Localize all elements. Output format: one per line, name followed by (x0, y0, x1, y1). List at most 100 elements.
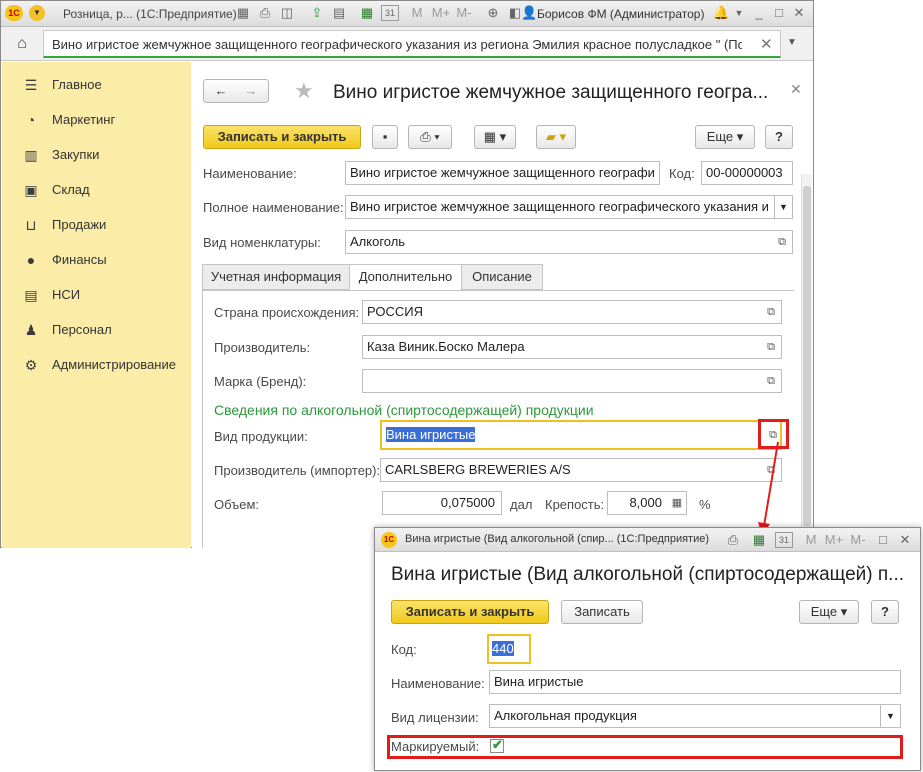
memory-minus-icon[interactable]: M- (847, 532, 869, 548)
chevron-down-icon[interactable]: ▼ (731, 5, 747, 21)
help-button[interactable]: ? (765, 125, 793, 149)
country-input[interactable]: РОССИЯ (362, 300, 782, 324)
popup-help-button[interactable]: ? (871, 600, 899, 624)
strength-label: Крепость: (545, 497, 605, 512)
more-button[interactable]: Еще ▾ (695, 125, 755, 149)
favorite-star-icon[interactable]: ★ (294, 78, 314, 104)
close-icon[interactable]: ✕ (791, 5, 807, 21)
sidebar-item-label: Администрирование (52, 357, 176, 372)
form-scrollbar[interactable] (801, 174, 812, 548)
calculator-icon[interactable]: ▦ (751, 532, 767, 548)
brand-label: Марка (Бренд): (214, 374, 307, 389)
importer-input[interactable]: CARLSBERG BREWERIES A/S (380, 458, 782, 482)
grid-icon[interactable]: ▦ (235, 5, 251, 21)
back-arrow-icon[interactable]: ← (206, 80, 236, 102)
popup-window-title: Вина игристые (Вид алкогольной (спир... … (405, 533, 710, 545)
tab-current-document[interactable]: Вино игристое жемчужное защищенного геог… (43, 30, 781, 58)
calendar-icon[interactable]: 31 (381, 5, 399, 21)
popup-save-and-close-button[interactable]: Записать и закрыть (391, 600, 549, 624)
popup-code-input[interactable]: 440 (487, 634, 531, 664)
popup-marked-label: Маркируемый: (391, 739, 480, 754)
document-icon[interactable]: ▤ (331, 5, 347, 21)
marked-checkbox[interactable]: ✔ (490, 737, 504, 753)
open-icon[interactable]: ⧉ (762, 372, 780, 390)
manufacturer-input[interactable]: Каза Виник.Боско Малера (362, 335, 782, 359)
memory-m-icon[interactable]: M (803, 532, 819, 548)
sidebar-item-nsi[interactable]: ▤ НСИ (2, 280, 191, 310)
save-disk-icon[interactable]: ▪ (372, 125, 398, 149)
create-based-on-icon[interactable]: ▰ ▾ (536, 125, 576, 149)
close-icon[interactable]: ✕ (790, 81, 802, 98)
upload-icon[interactable]: ⇪ (309, 5, 325, 21)
code-input[interactable]: 00-00000003 (701, 161, 793, 185)
report-icon[interactable]: ▦ ▾ (474, 125, 516, 149)
popup-license-select[interactable]: Алкогольная продукция (489, 704, 881, 728)
checkmark-icon: ✔ (492, 737, 503, 752)
notifications-icon[interactable]: 🔔 (713, 5, 729, 21)
sidebar-item-marketing[interactable]: ◔ Маркетинг (2, 105, 191, 135)
chevron-down-icon[interactable]: ▼ (787, 37, 797, 48)
close-icon[interactable]: ✕ (897, 532, 913, 548)
minimize-icon[interactable]: _ (751, 5, 767, 21)
save-and-close-button[interactable]: Записать и закрыть (203, 125, 361, 149)
sidebar-item-administration[interactable]: ⚙ Администрирование (2, 350, 191, 380)
full-name-input[interactable]: Вино игристое жемчужное защищенного геог… (345, 195, 775, 219)
tab-description[interactable]: Описание (461, 264, 543, 290)
home-icon[interactable]: ⌂ (5, 30, 39, 58)
product-kind-input[interactable]: Вина игристые (380, 420, 782, 450)
user-icon: 👤 (521, 5, 538, 20)
forward-arrow-icon[interactable]: → (236, 80, 266, 102)
sidebar: ☰ Главное ◔ Маркетинг ▥ Закупки ▣ Склад … (2, 62, 191, 548)
memory-minus-icon[interactable]: M- (453, 5, 475, 21)
code-label: Код: (669, 166, 695, 181)
popup-name-input[interactable]: Вина игристые (489, 670, 901, 694)
calculator-icon[interactable]: ▦ (359, 5, 375, 21)
kind-input[interactable]: Алкоголь (345, 230, 793, 254)
sidebar-item-sales[interactable]: ⊔ Продажи (2, 210, 191, 240)
memory-m-icon[interactable]: M (409, 5, 425, 21)
preview-icon[interactable]: ◫ (279, 5, 295, 21)
sidebar-item-main[interactable]: ☰ Главное (2, 70, 191, 100)
name-input[interactable]: Вино игристое жемчужное защищенного геог… (345, 161, 660, 185)
memory-plus-icon[interactable]: M+ (823, 532, 845, 548)
chevron-down-icon[interactable]: ▼ (774, 195, 793, 219)
maximize-icon[interactable]: □ (875, 532, 891, 548)
close-icon[interactable]: ✕ (760, 35, 773, 53)
memory-plus-icon[interactable]: M+ (429, 5, 453, 21)
print-icon[interactable]: ⎙ (725, 532, 741, 548)
volume-label: Объем: (214, 497, 260, 512)
brand-input[interactable] (362, 369, 782, 393)
importer-label: Производитель (импортер): (214, 463, 381, 478)
popup-more-button[interactable]: Еще ▾ (799, 600, 859, 624)
maximize-icon[interactable]: □ (771, 5, 787, 21)
open-icon[interactable]: ⧉ (773, 233, 791, 251)
warehouse-icon: ▣ (24, 182, 38, 198)
more-label: Еще (810, 604, 838, 619)
tab-title: Вино игристое жемчужное защищенного геог… (52, 37, 742, 52)
scrollbar-thumb[interactable] (803, 186, 811, 526)
print-icon[interactable]: ⎙ ▾ (408, 125, 452, 149)
product-kind-value: Вина игристые (386, 427, 476, 442)
tab-additional[interactable]: Дополнительно (349, 264, 462, 290)
sidebar-item-warehouse[interactable]: ▣ Склад (2, 175, 191, 205)
open-icon[interactable]: ⧉ (762, 338, 780, 356)
popup-save-button[interactable]: Записать (561, 600, 643, 624)
tab-accounting-info[interactable]: Учетная информация (202, 264, 350, 290)
sidebar-item-personnel[interactable]: ♟ Персонал (2, 315, 191, 345)
sidebar-item-purchases[interactable]: ▥ Закупки (2, 140, 191, 170)
calculator-icon[interactable]: ▦ (668, 494, 686, 512)
popup-code-value: 440 (492, 641, 514, 656)
calendar-icon[interactable]: 31 (775, 532, 793, 548)
main-menu-icon[interactable]: ▼ (29, 5, 45, 21)
zoom-icon[interactable]: ⊕ (485, 5, 501, 21)
chevron-down-icon[interactable]: ▼ (880, 704, 901, 728)
main-window: 1С ▼ Розница, р... (1С:Предприятие) ▦ ⎙ … (0, 0, 814, 548)
volume-input[interactable]: 0,075000 (382, 491, 502, 515)
title-bar: 1С ▼ Розница, р... (1С:Предприятие) ▦ ⎙ … (1, 1, 813, 27)
product-kind-label: Вид продукции: (214, 429, 308, 444)
open-icon[interactable]: ⧉ (762, 303, 780, 321)
sidebar-item-finance[interactable]: ● Финансы (2, 245, 191, 275)
sidebar-item-label: Склад (52, 182, 90, 197)
sidebar-item-label: Продажи (52, 217, 107, 232)
print-icon[interactable]: ⎙ (257, 5, 273, 21)
